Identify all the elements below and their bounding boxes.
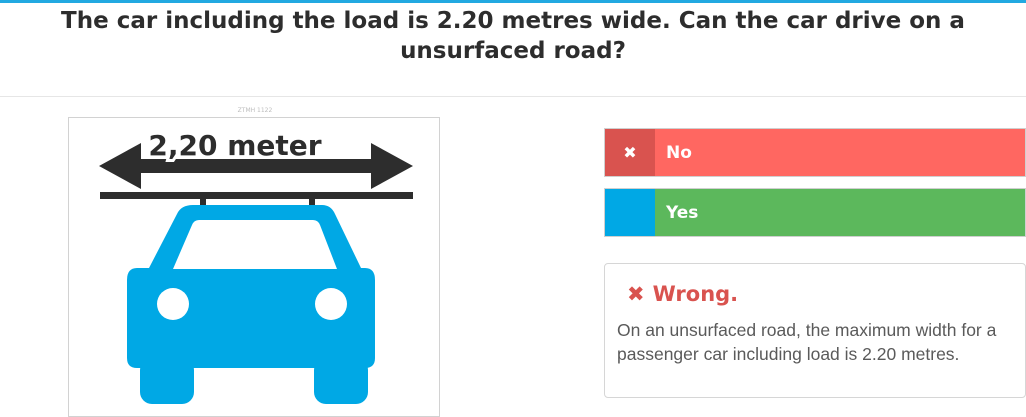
cross-icon: ✖: [627, 282, 645, 306]
feedback-title: ✖ Wrong.: [627, 282, 738, 306]
answer-label: No: [655, 129, 1025, 176]
cross-icon: ✖: [605, 129, 655, 176]
answer-label: Yes: [655, 189, 1025, 236]
question-title: The car including the load is 2.20 metre…: [61, 8, 965, 64]
feedback-text: On an unsurfaced road, the maximum width…: [617, 320, 997, 364]
headlight-left: [157, 288, 189, 320]
roof-rack: [100, 192, 413, 199]
header-divider: [0, 96, 1026, 97]
image-id-label: ZTMH 1122: [237, 107, 273, 114]
feedback-panel: ✖ Wrong. On an unsurfaced road, the maxim…: [604, 263, 1026, 398]
top-accent-line: [0, 0, 1026, 3]
windshield: [173, 220, 337, 269]
width-label: 2,20 meter: [148, 129, 321, 162]
car-width-illustration: 2,20 meter: [99, 126, 413, 404]
answer-no-button[interactable]: ✖ No: [604, 128, 1026, 177]
feedback-title-text: Wrong.: [652, 282, 739, 306]
question-image: 2,20 meter: [68, 117, 440, 417]
answer-marker: [605, 189, 655, 236]
headlight-right: [315, 288, 347, 320]
answer-yes-button[interactable]: Yes: [604, 188, 1026, 237]
